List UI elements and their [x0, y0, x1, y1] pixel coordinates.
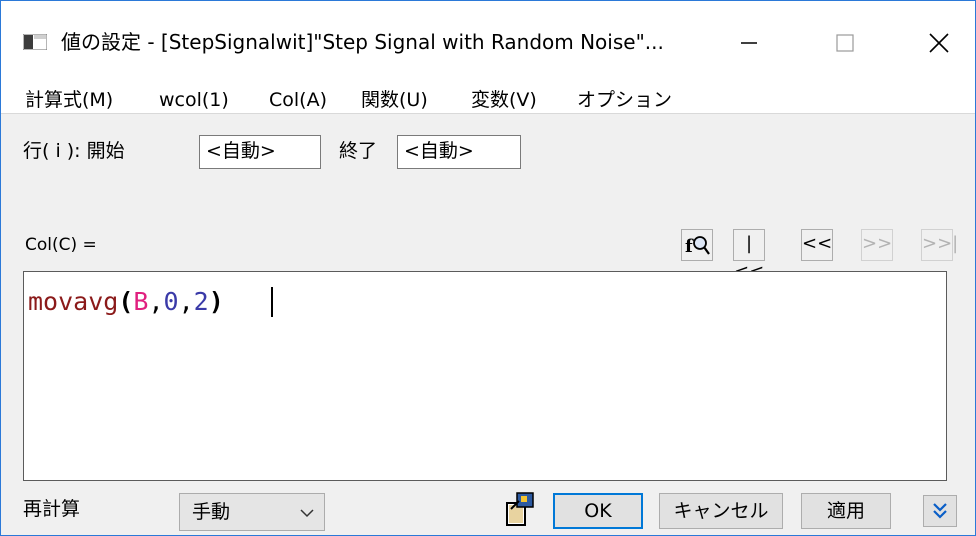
formula-token: , — [148, 287, 164, 316]
row-start-label: 行( i ): 開始 — [23, 140, 125, 162]
formula-code: movavg(B,0,2) — [28, 286, 224, 318]
formula-token: 2 — [193, 287, 209, 316]
recalculate-label: 再計算 — [23, 498, 81, 520]
previous-button[interactable]: << — [801, 229, 833, 261]
close-icon[interactable] — [919, 23, 959, 63]
menu-wcol[interactable]: wcol(1) — [159, 87, 229, 113]
menu-col[interactable]: Col(A) — [269, 87, 327, 113]
double-chevron-down-icon — [933, 503, 947, 519]
menu-functions[interactable]: 関数(U) — [361, 87, 428, 113]
expand-button[interactable] — [923, 495, 957, 527]
formula-editor[interactable]: movavg(B,0,2) — [23, 271, 947, 481]
minimize-icon[interactable] — [729, 23, 769, 63]
next-button[interactable]: >> — [861, 229, 893, 261]
row-end-input[interactable]: <自動> — [397, 135, 521, 169]
search-function-button[interactable]: f — [681, 229, 713, 261]
formula-token: ) — [208, 287, 224, 316]
cancel-button[interactable]: キャンセル — [659, 493, 783, 529]
menu-formula[interactable]: 計算式(M) — [25, 87, 113, 113]
text-caret — [271, 287, 273, 317]
recalculate-dropdown[interactable]: 手動 — [179, 493, 325, 531]
column-formula-label: Col(C) = — [25, 235, 97, 255]
svg-text:f: f — [685, 236, 694, 257]
maximize-icon[interactable] — [825, 23, 865, 63]
row-start-value: <自動> — [206, 140, 276, 162]
formula-token: movavg — [28, 287, 119, 316]
hand-pointer-icon[interactable] — [499, 491, 535, 529]
formula-token: 0 — [163, 287, 179, 316]
chevron-down-icon — [300, 509, 314, 518]
recalculate-value: 手動 — [192, 501, 231, 523]
window-title: 値の設定 - [StepSignalwit]"Step Signal with … — [61, 30, 664, 54]
row-end-label: 終了 — [339, 140, 378, 162]
set-values-dialog: 値の設定 - [StepSignalwit]"Step Signal with … — [0, 0, 976, 536]
row-end-value: <自動> — [404, 140, 474, 162]
formula-token: B — [133, 287, 149, 316]
ok-button[interactable]: OK — [553, 493, 643, 529]
formula-token: , — [178, 287, 194, 316]
menu-bar: 計算式(M) wcol(1) Col(A) 関数(U) 変数(V) オプション — [1, 87, 975, 114]
function-search-icon: f — [685, 236, 710, 257]
last-button[interactable]: >>| — [921, 229, 958, 261]
menu-variables[interactable]: 変数(V) — [471, 87, 537, 113]
menu-options[interactable]: オプション — [577, 87, 672, 113]
first-button[interactable]: |<< — [733, 229, 765, 282]
apply-button[interactable]: 適用 — [801, 493, 891, 529]
formula-token: ( — [118, 287, 134, 316]
app-icon — [23, 34, 47, 50]
row-start-input[interactable]: <自動> — [199, 135, 321, 169]
title-bar[interactable]: 値の設定 - [StepSignalwit]"Step Signal with … — [1, 1, 975, 87]
